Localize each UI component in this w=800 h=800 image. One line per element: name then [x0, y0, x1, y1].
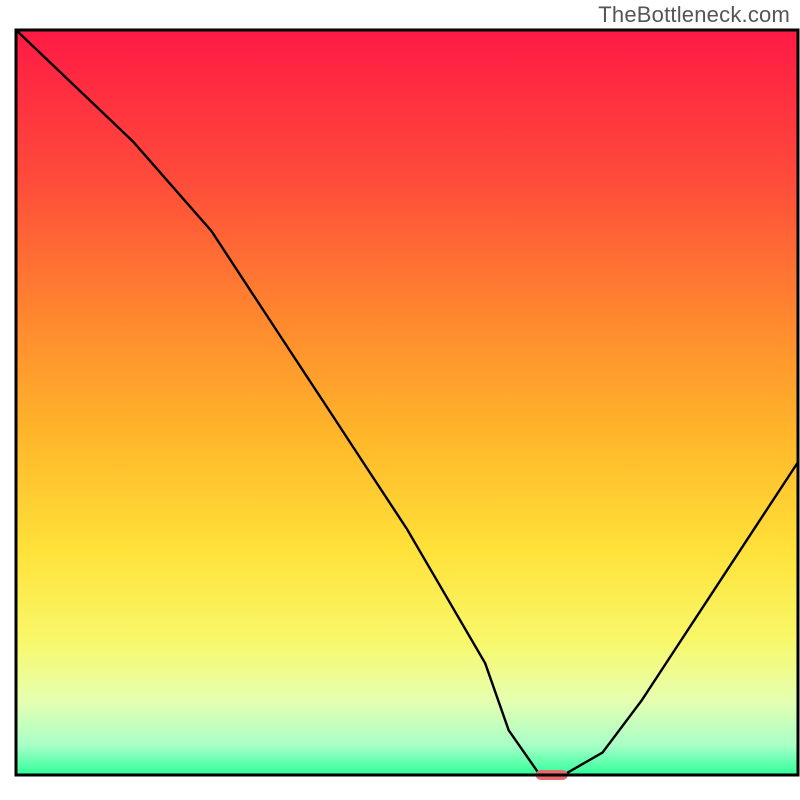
bottleneck-chart	[0, 0, 800, 800]
chart-stage: TheBottleneck.com	[0, 0, 800, 800]
